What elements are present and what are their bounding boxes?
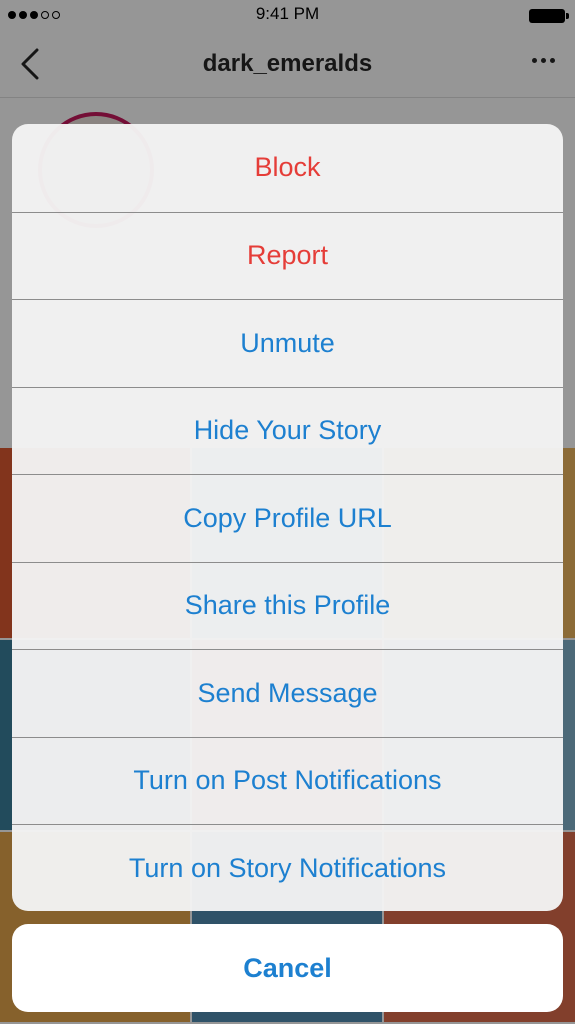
sheet-item-block[interactable]: Block xyxy=(12,124,563,212)
sheet-item-send-message[interactable]: Send Message xyxy=(12,649,563,737)
sheet-item-hide-your-story[interactable]: Hide Your Story xyxy=(12,386,563,475)
sheet-item-report[interactable]: Report xyxy=(12,211,563,300)
sheet-item-copy-profile-url[interactable]: Copy Profile URL xyxy=(12,474,563,562)
sheet-item-share-this-profile[interactable]: Share this Profile xyxy=(12,561,563,650)
sheet-item-turn-on-story-notifications[interactable]: Turn on Story Notifications xyxy=(12,824,563,911)
sheet-item-turn-on-post-notifications[interactable]: Turn on Post Notifications xyxy=(12,736,563,825)
cancel-button[interactable]: Cancel xyxy=(12,924,563,1012)
action-sheet: Block Report Unmute Hide Your Story Copy Pro… xyxy=(12,124,563,911)
sheet-item-unmute[interactable]: Unmute xyxy=(12,299,563,387)
